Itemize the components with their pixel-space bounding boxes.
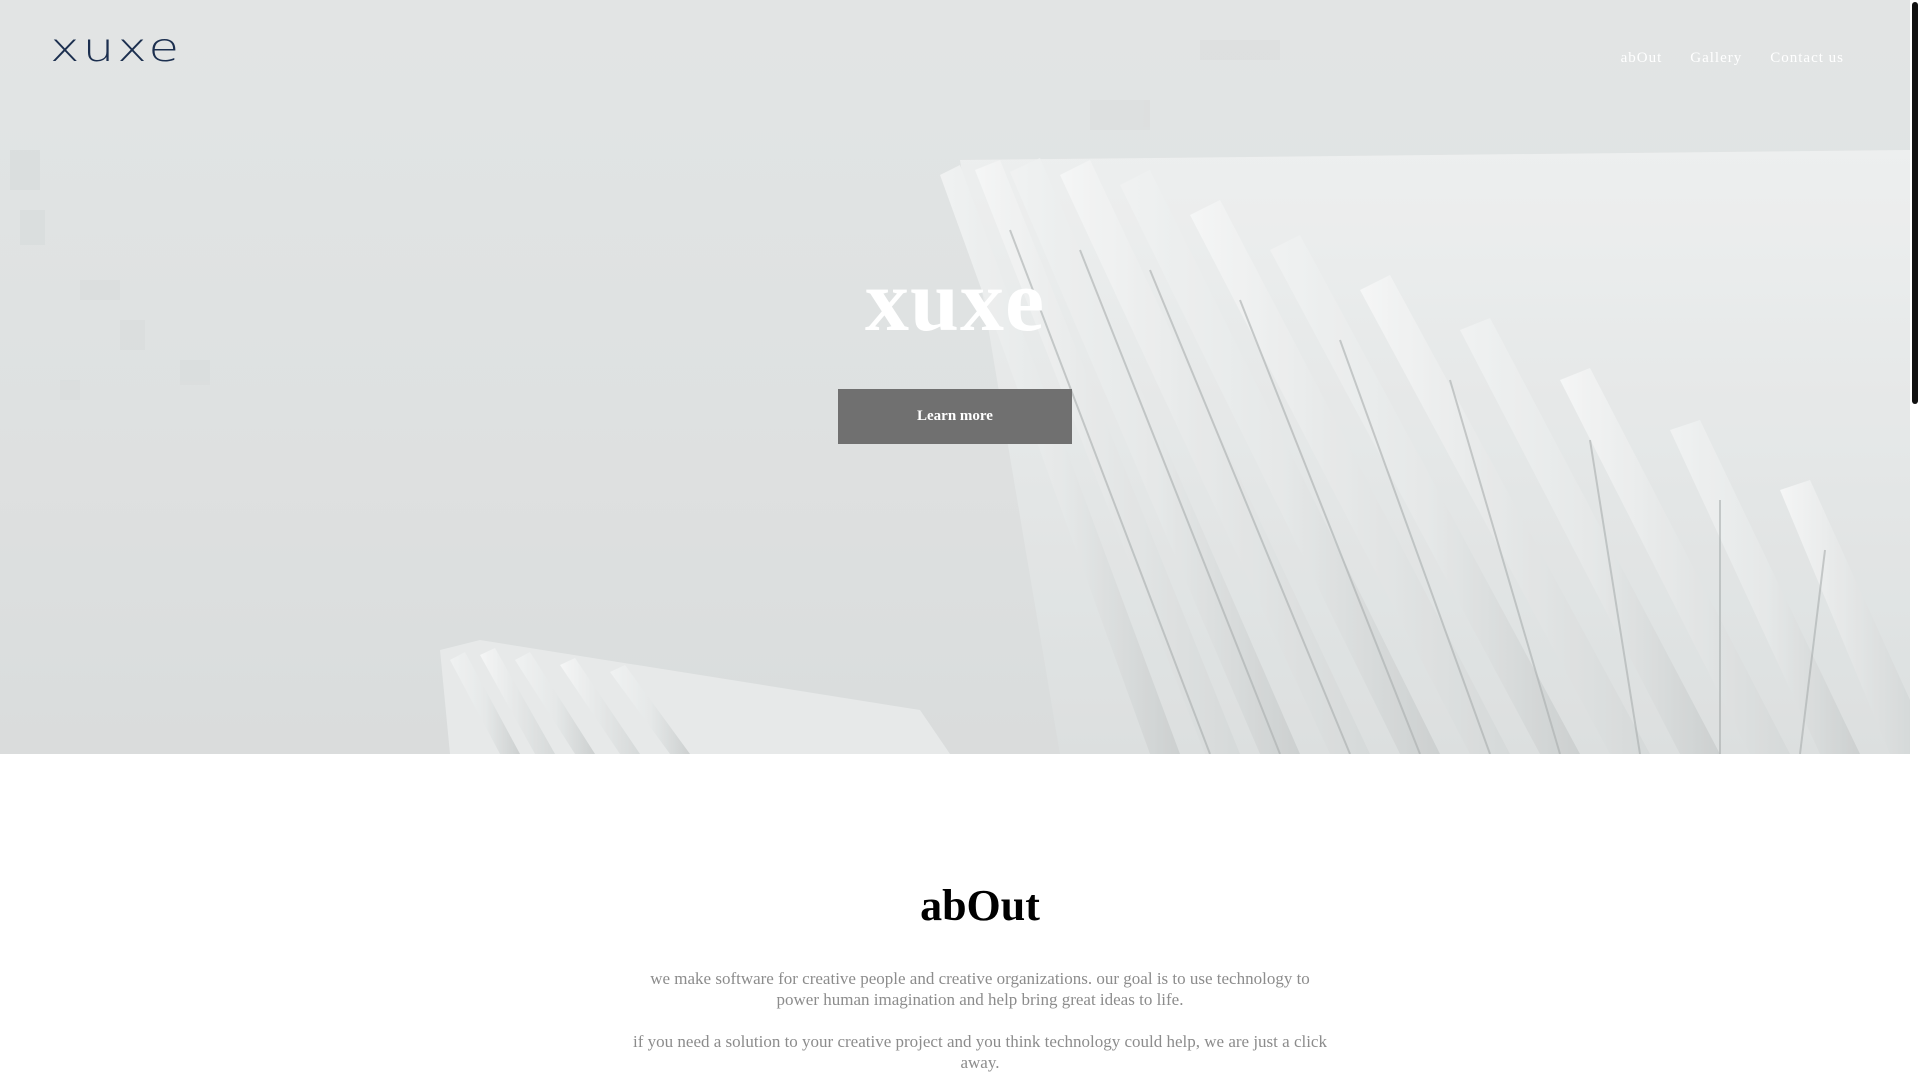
page: xuxe abOut Gallery Contact us xuxe Learn… bbox=[0, 0, 1920, 1080]
scrollbar-thumb[interactable] bbox=[1912, 2, 1918, 404]
about-section: abOut we make software for creative peop… bbox=[0, 754, 1910, 1080]
nav-link-contact[interactable]: Contact us bbox=[1756, 50, 1858, 67]
about-text: we make software for creative people and… bbox=[630, 968, 1330, 1080]
nav-link-gallery[interactable]: Gallery bbox=[1676, 50, 1756, 67]
hero-section: xuxe abOut Gallery Contact us xuxe Learn… bbox=[0, 0, 1910, 754]
page-scrollbar[interactable] bbox=[1910, 0, 1920, 1080]
learn-more-button[interactable]: Learn more bbox=[838, 389, 1072, 444]
hero-background-image bbox=[0, 0, 1910, 754]
about-title: abOut bbox=[920, 881, 1040, 930]
logo[interactable]: xuxe bbox=[50, 28, 182, 67]
about-paragraph: we make software for creative people and… bbox=[650, 969, 1310, 1009]
about-paragraph: if you need a solution to your creative … bbox=[633, 1032, 1327, 1072]
nav-link-about[interactable]: abOut bbox=[1607, 50, 1677, 67]
hero-title: xuxe bbox=[865, 253, 1045, 350]
main-nav: abOut Gallery Contact us bbox=[1607, 50, 1858, 67]
